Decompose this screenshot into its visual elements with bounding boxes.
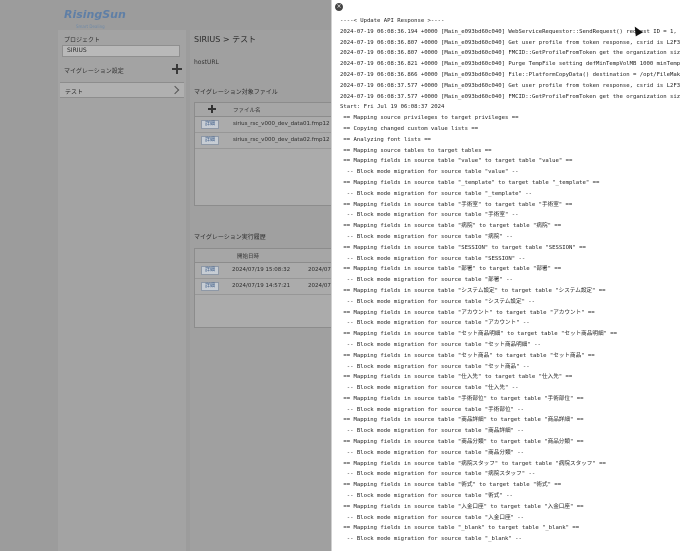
log-line: == Mapping fields in source table "入金口座"… (340, 503, 584, 510)
logo-subtitle: Smart Dealing (76, 24, 105, 29)
table-row: 詳細 sirius_rsc_v000_dev_data01.fmp12 (195, 117, 331, 133)
log-line: -- Block mode migration for source table… (340, 514, 525, 521)
log-line: == Mapping fields in source table "部署" t… (340, 266, 562, 273)
log-line: == Mapping source tables to target table… (340, 147, 492, 154)
log-line: -- Block mode migration for source table… (340, 320, 530, 327)
close-icon[interactable]: × (335, 3, 343, 11)
log-line: == Mapping fields in source table "商品分類"… (340, 439, 584, 446)
file-name-header: ファイル名 (233, 108, 261, 114)
file-name-cell: sirius_rsc_v000_dev_data02.fmp12 (233, 137, 330, 143)
log-line: 2024-07-19 06:08:36.807 +0000 [Main_e093… (340, 39, 680, 46)
log-line: == Copying changed custom value lists == (340, 125, 479, 132)
log-line: -- Block mode migration for source table… (340, 341, 541, 348)
table-row: 詳細 sirius_rsc_v000_dev_data02.fmp12 (195, 133, 331, 149)
log-line: -- Block mode migration for source table… (340, 471, 536, 478)
add-migration-icon[interactable] (172, 64, 182, 74)
log-line: == Mapping fields in source table "商品詳細"… (340, 417, 584, 424)
breadcrumb: SIRIUS > テスト (194, 35, 257, 44)
log-output: ----< Update API Response >---- 2024-07-1… (340, 16, 680, 551)
detail-button[interactable]: 詳細 (201, 282, 219, 291)
log-line: -- Block mode migration for source table… (340, 428, 525, 435)
log-line: -- Block mode migration for source table… (340, 449, 525, 456)
log-line: == Mapping fields in source table "セット商品… (340, 331, 618, 338)
files-section-title: マイグレーション対象ファイル (194, 89, 278, 96)
history-table: 開始日時 詳細 2024/07/19 15:08:32 2024/07 詳細 2… (194, 248, 332, 328)
log-modal: × ----< Update API Response >---- 2024-07… (331, 0, 680, 551)
log-line: == Mapping fields in source table "仕入先" … (340, 374, 573, 381)
log-line: == Mapping fields in source table "病院スタッ… (340, 460, 606, 467)
log-line: == Mapping fields in source table "手術室" … (340, 201, 573, 208)
start-time-header: 開始日時 (237, 254, 260, 260)
log-line: -- Block mode migration for source table… (340, 190, 532, 197)
log-line: == Mapping fields in source table "アカウント… (340, 309, 595, 316)
sidebar-item-label: テスト (65, 89, 84, 96)
log-line: == Mapping fields in source table "SESSI… (340, 244, 586, 251)
sidebar-item-test[interactable]: テスト (60, 82, 184, 98)
log-line: == Mapping source privileges to target p… (340, 115, 519, 122)
files-table: ファイル名 詳細 sirius_rsc_v000_dev_data01.fmp1… (194, 102, 332, 206)
log-line: == Mapping fields in source table "セット商品… (340, 352, 595, 359)
log-line: == Analyzing font lists == (340, 136, 431, 143)
log-line: -- Block mode migration for source table… (340, 385, 519, 392)
migration-settings-label: マイグレーション設定 (64, 68, 124, 75)
log-line: -- Block mode migration for source table… (340, 255, 526, 262)
log-line: -- Block mode migration for source table… (340, 212, 519, 219)
start-time-cell: 2024/07/19 15:08:32 (232, 267, 291, 273)
log-line: -- Block mode migration for source table… (340, 277, 513, 284)
log-line: == Mapping fields in source table "術式" t… (340, 482, 562, 489)
add-file-icon[interactable] (208, 105, 216, 113)
main-panel: SIRIUS > テスト hostURL マイグレーション対象ファイル ファイル… (190, 30, 332, 551)
log-line: 2024-07-19 06:08:36.866 +0000 [Main_e093… (340, 71, 680, 78)
history-section-title: マイグレーション実行履歴 (194, 234, 266, 241)
files-table-header: ファイル名 (195, 103, 331, 117)
sidebar: プロジェクト SIRIUS マイグレーション設定 テスト (58, 30, 186, 551)
log-line: == Mapping fields in source table "_temp… (340, 179, 600, 186)
log-line: ----< Update API Response >---- (340, 18, 445, 24)
log-line: Start: Fri Jul 19 06:08:37 2024 (340, 104, 445, 111)
table-row: 詳細 2024/07/19 15:08:32 2024/07 (195, 263, 331, 279)
file-name-cell: sirius_rsc_v000_dev_data01.fmp12 (233, 121, 330, 127)
project-select[interactable]: SIRIUS (62, 45, 180, 57)
log-line: 2024-07-19 06:08:37.577 +0000 [Main_e093… (340, 82, 680, 89)
detail-button[interactable]: 詳細 (201, 120, 219, 129)
table-row: 詳細 2024/07/19 14:57:21 2024/07 (195, 279, 331, 295)
logo-text: RisingSun (64, 8, 126, 21)
log-line: 2024-07-19 06:08:36.194 +0000 [Main_e093… (340, 28, 680, 35)
log-line: == Mapping fields in source table "病院" t… (340, 223, 562, 230)
detail-button[interactable]: 詳細 (201, 136, 219, 145)
log-line: == Mapping fields in source table "value… (340, 158, 573, 165)
log-line: -- Block mode migration for source table… (340, 298, 536, 305)
log-line: 2024-07-19 06:08:36.821 +0000 [Main_e093… (340, 61, 680, 68)
log-line: == Mapping fields in source table "システム設… (340, 287, 606, 294)
next-time-cell: 2024/07 (308, 267, 331, 273)
log-line: 2024-07-19 06:08:37.577 +0000 [Main_e093… (340, 93, 680, 100)
log-line: -- Block mode migration for source table… (340, 169, 519, 176)
next-time-cell: 2024/07 (308, 283, 331, 289)
log-line: -- Block mode migration for source table… (340, 233, 513, 240)
chevron-right-icon (170, 85, 180, 95)
project-label: プロジェクト (64, 37, 101, 44)
log-line: -- Block mode migration for source table… (340, 536, 522, 543)
log-line: -- Block mode migration for source table… (340, 406, 525, 413)
start-time-cell: 2024/07/19 14:57:21 (232, 283, 291, 289)
log-line: == Mapping fields in source table "手術部位"… (340, 395, 584, 402)
detail-button[interactable]: 詳細 (201, 266, 219, 275)
host-url-label: hostURL (194, 59, 219, 66)
log-line: == Mapping fields in source table "_blan… (340, 525, 580, 532)
history-table-header: 開始日時 (195, 249, 331, 263)
log-line: -- Block mode migration for source table… (340, 363, 530, 370)
log-line: -- Block mode migration for source table… (340, 493, 513, 500)
log-line: 2024-07-19 06:08:36.807 +0000 [Main_e093… (340, 50, 680, 57)
